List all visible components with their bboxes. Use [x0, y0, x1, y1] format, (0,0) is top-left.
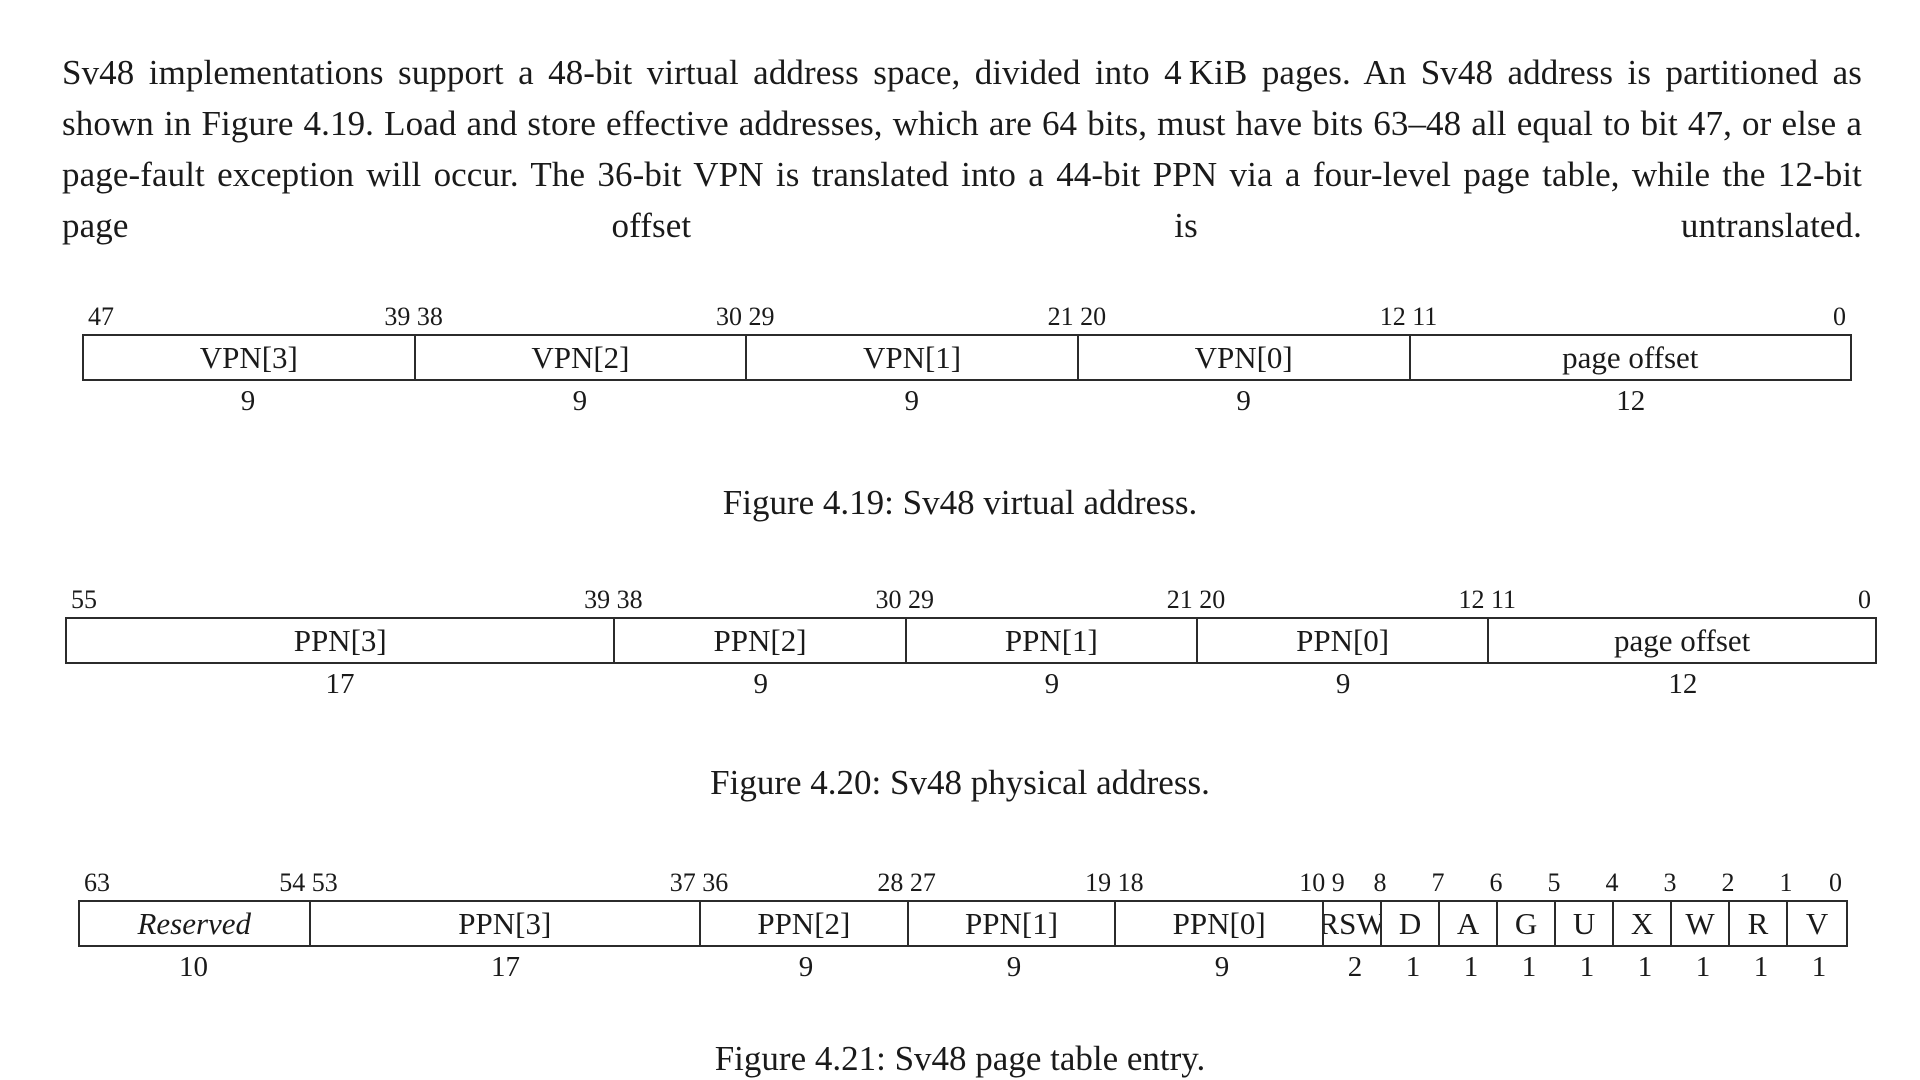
field-cell: VPN[2]: [416, 336, 748, 379]
field-width-label: 9: [798, 951, 814, 983]
field-width-label: 1: [1521, 951, 1537, 983]
bit-labels-420: 55 39 38 30 29 21 20 12 11 0: [65, 583, 1877, 617]
field-width-label: 2: [1347, 951, 1363, 983]
bit-label: 5: [1547, 868, 1561, 897]
bit-label: 39 38: [384, 302, 443, 331]
field-width-label: 1: [1695, 951, 1711, 983]
bit-label: 55: [71, 585, 97, 614]
field-width-label: 9: [904, 385, 919, 417]
bit-label: 21 20: [1166, 585, 1226, 614]
field-cell: PPN[3]: [67, 619, 616, 662]
figure-caption-420: Figure 4.20: Sv48 physical address.: [710, 763, 1210, 802]
field-cell: G: [1498, 902, 1557, 945]
bit-label: 37 36: [669, 868, 729, 897]
bit-label: 2: [1721, 868, 1735, 897]
field-cell: Reserved: [80, 902, 311, 945]
field-width-label: 1: [1637, 951, 1653, 983]
field-width-label: 12: [1668, 668, 1698, 700]
field-cell: RSW: [1324, 902, 1383, 945]
field-width-label: 9: [1236, 385, 1251, 417]
bit-label: 6: [1489, 868, 1503, 897]
field-width-label: 10: [179, 951, 209, 983]
figure-sv48-page-table-entry: 63 54 53 37 36 28 27 19 18 10 9876543210 Rese…: [0, 866, 1920, 987]
field-cell: VPN[3]: [84, 336, 416, 379]
field-width-label: 1: [1811, 951, 1827, 983]
field-cell: A: [1440, 902, 1499, 945]
field-cell: PPN[1]: [909, 902, 1117, 945]
field-cell: U: [1556, 902, 1615, 945]
field-width-label: 1: [1753, 951, 1769, 983]
field-cell: PPN[2]: [701, 902, 909, 945]
field-width-label: 1: [1405, 951, 1421, 983]
field-cell: PPN[3]: [311, 902, 701, 945]
field-width-label: 17: [325, 668, 355, 700]
field-cell: page offset: [1562, 340, 1699, 375]
field-cell: R: [1730, 902, 1789, 945]
field-cell: W: [1672, 902, 1731, 945]
bit-label: 30 29: [875, 585, 934, 614]
bitfield-diagram-420: 55 39 38 30 29 21 20 12 11 0 PPN[3] PPN[2] PPN[…: [65, 583, 1877, 704]
bit-labels-421: 63 54 53 37 36 28 27 19 18 10 9 8 7 6 5 4 3 2 1 0: [78, 866, 1848, 900]
body-paragraph: Sv48 implementations support a 48-bit vi…: [62, 53, 1862, 245]
field-boxes-420: PPN[3] PPN[2] PPN[1] PPN[0] page offset: [65, 617, 1877, 664]
bit-label: 4: [1605, 868, 1619, 897]
field-cell: PPN[0]: [1198, 619, 1490, 662]
bit-label: 54 53: [279, 868, 338, 897]
field-boxes-419: VPN[3] VPN[2] VPN[1] VPN[0] page offset: [82, 334, 1852, 381]
field-width-label: 9: [1044, 668, 1060, 700]
field-cell: page offset: [1613, 623, 1751, 658]
bit-label: 12 11: [1379, 302, 1438, 331]
figure-caption-419: Figure 4.19: Sv48 virtual address.: [722, 483, 1198, 522]
figure-caption-421: Figure 4.21: Sv48 page table entry.: [714, 1039, 1206, 1078]
field-boxes-421: ReservedPPN[3]PPN[2]PPN[1]PPN[0]RSWDAGUX…: [78, 900, 1848, 947]
field-width-label: 9: [1214, 951, 1230, 983]
bit-label: 8: [1373, 868, 1387, 897]
field-width-label: 17: [491, 951, 521, 983]
field-cell: X: [1614, 902, 1673, 945]
field-widths-420: 17 9 9 9 12: [65, 664, 1877, 704]
figure-sv48-physical-address: 55 39 38 30 29 21 20 12 11 0 PPN[3] PPN[2] PPN[…: [0, 583, 1920, 704]
field-width-label: 9: [572, 385, 588, 417]
field-cell: PPN[1]: [907, 619, 1198, 662]
field-cell: V: [1805, 906, 1829, 941]
field-width-label: 1: [1579, 951, 1595, 983]
bit-label: 39 38: [584, 585, 643, 614]
bit-label: 63: [84, 868, 110, 897]
field-cell: VPN[0]: [1079, 336, 1411, 379]
field-width-label: 9: [753, 668, 768, 700]
document-page: Sv48 implementations support a 48-bit vi…: [0, 0, 1920, 1080]
bit-label: 0: [1833, 302, 1846, 331]
field-width-label: 1: [1463, 951, 1479, 983]
bitfield-diagram-419: 47 39 38 30 29 21 20 12 11 0 VPN[3] VPN[2] VPN[…: [82, 300, 1852, 421]
field-cell: PPN[2]: [615, 619, 907, 662]
bit-label: 3: [1663, 868, 1677, 897]
bit-label: 10 9: [1299, 868, 1345, 897]
bit-label: 21 20: [1047, 302, 1107, 331]
figure-sv48-virtual-address: 47 39 38 30 29 21 20 12 11 0 VPN[3] VPN[2] VPN[…: [0, 300, 1920, 421]
bit-label: 30 29: [716, 302, 775, 331]
bit-label: 0: [1858, 585, 1871, 614]
field-cell: VPN[1]: [747, 336, 1079, 379]
bit-label: 28 27: [877, 868, 936, 897]
field-width-label: 9: [240, 385, 256, 417]
field-width-label: 9: [1006, 951, 1022, 983]
bitfield-diagram-421: 63 54 53 37 36 28 27 19 18 10 9876543210 Rese…: [78, 866, 1848, 987]
bit-label: 1: [1779, 868, 1793, 897]
bit-label: 7: [1431, 868, 1445, 897]
bit-label: 19 18: [1085, 868, 1144, 897]
field-cell: PPN[0]: [1116, 902, 1325, 945]
field-cell: D: [1382, 902, 1441, 945]
bit-labels-419: 47 39 38 30 29 21 20 12 11 0: [82, 300, 1852, 334]
bit-label: 12 11: [1458, 585, 1517, 614]
field-widths-421: 10 17 9 9 9 2 1 1 1 1 1 1 1 1: [78, 947, 1848, 987]
field-width-label: 9: [1335, 668, 1351, 700]
bit-label: 0: [1829, 868, 1842, 897]
bit-label: 47: [88, 302, 114, 331]
field-width-label: 12: [1616, 385, 1646, 417]
field-widths-419: 9 9 9 9 12: [82, 381, 1852, 421]
